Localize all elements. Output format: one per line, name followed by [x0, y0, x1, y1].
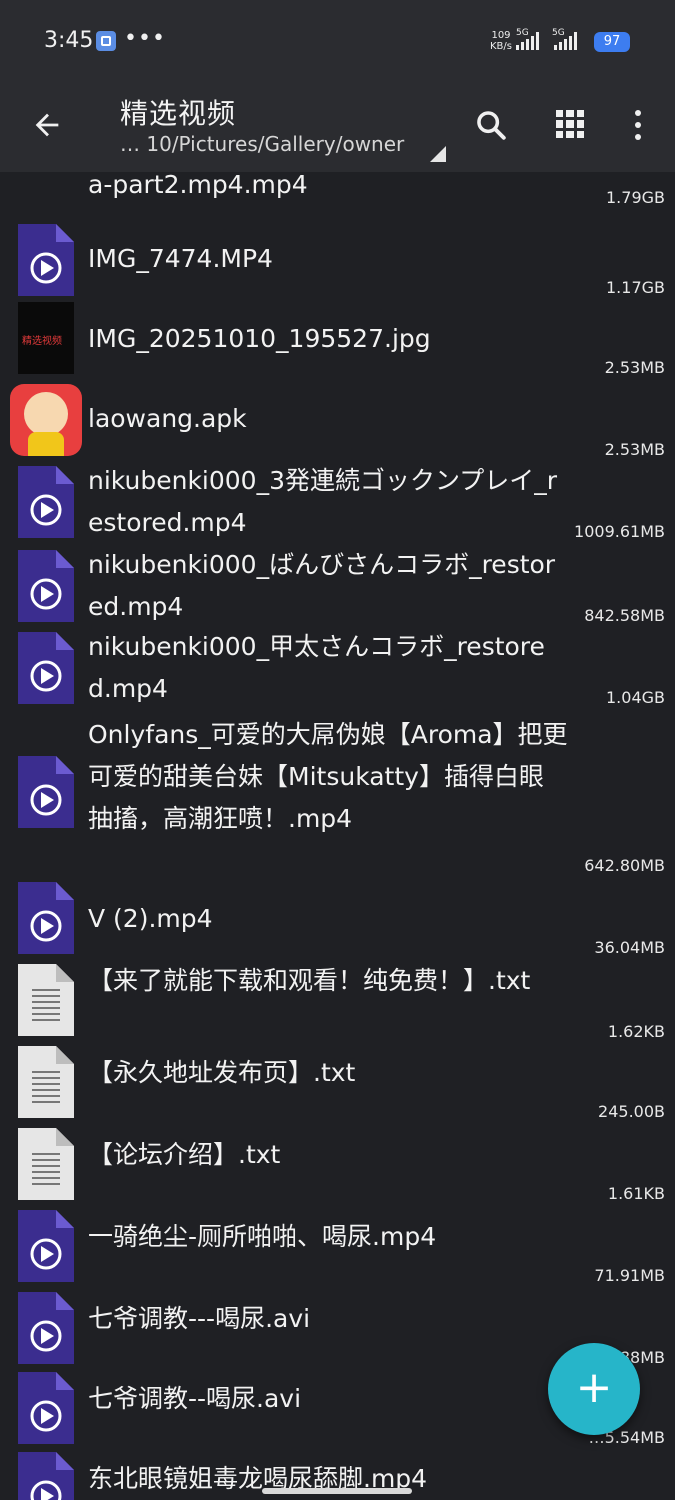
file-size: 2.53MB [604, 358, 665, 377]
search-icon[interactable] [474, 108, 508, 142]
file-row[interactable]: 【来了就能下载和观看！纯免费！】.txt 1.62KB [0, 960, 675, 1044]
apk-app-icon [10, 384, 82, 456]
more-options-icon[interactable] [633, 110, 643, 140]
file-name: laowang.apk [88, 404, 247, 433]
video-file-icon [18, 550, 74, 622]
gesture-nav-handle[interactable] [262, 1488, 412, 1494]
file-name: 【来了就能下载和观看！纯免费！】.txt [88, 966, 531, 995]
file-name: nikubenki000_甲太さんコラボ_restored.mp4 [88, 632, 545, 703]
file-name: 【永久地址发布页】.txt [88, 1058, 356, 1087]
file-row[interactable]: nikubenki000_ばんびさんコラボ_restored.mp4 842.58… [0, 544, 675, 626]
file-name: a-part2.mp4.mp4 [88, 172, 308, 199]
video-file-icon [18, 882, 74, 954]
file-name: 【论坛介绍】.txt [88, 1140, 281, 1169]
video-file-icon [18, 1452, 74, 1500]
file-size: 842.58MB [584, 606, 665, 625]
folder-path[interactable]: … 10/Pictures/Gallery/owner [120, 132, 404, 156]
file-name: V (2).mp4 [88, 904, 213, 933]
text-file-icon [18, 1046, 74, 1118]
file-row[interactable]: V (2).mp4 36.04MB [0, 878, 675, 960]
image-thumbnail: 精选视频 [18, 302, 74, 374]
file-size: 1.61KB [607, 1184, 665, 1203]
text-file-icon [18, 1128, 74, 1200]
file-size: 642.80MB [584, 856, 665, 875]
file-row[interactable]: 精选视频 IMG_20251010_195527.jpg 2.53MB [0, 298, 675, 378]
file-size: 71.91MB [594, 1266, 665, 1285]
file-size: 1.79GB [606, 188, 665, 207]
video-file-icon [18, 1372, 74, 1444]
file-row[interactable]: nikubenki000_3発連続ゴックンプレイ_restored.mp4 100… [0, 460, 675, 544]
battery-icon: 97 [594, 32, 630, 52]
file-name: 一骑绝尘-厕所啪啪、喝尿.mp4 [88, 1222, 437, 1251]
file-row[interactable]: 【永久地址发布页】.txt 245.00B [0, 1042, 675, 1124]
file-name: IMG_20251010_195527.jpg [88, 324, 431, 353]
file-row[interactable]: Onlyfans_可爱的大屌伪娘【Aroma】把更可爱的甜美台妹【Mitsuka… [0, 712, 675, 878]
file-row[interactable]: 一骑绝尘-厕所啪啪、喝尿.mp4 71.91MB [0, 1206, 675, 1288]
file-row[interactable]: 【论坛介绍】.txt 1.61KB [0, 1124, 675, 1206]
network-speed-value: 109 [491, 30, 511, 41]
network-speed: 109 KB/s [490, 30, 512, 52]
signal-1-icon [516, 32, 539, 50]
video-file-icon [18, 632, 74, 704]
file-name: nikubenki000_ばんびさんコラボ_restored.mp4 [88, 550, 556, 621]
grid-view-icon[interactable] [556, 110, 584, 138]
more-notifications-icon: ••• [124, 26, 166, 51]
toolbar: 精选视频 … 10/Pictures/Gallery/owner [0, 86, 675, 172]
video-file-icon [18, 756, 74, 828]
video-file-icon [18, 1210, 74, 1282]
file-size: 245.00B [598, 1102, 665, 1121]
video-file-icon [18, 466, 74, 538]
file-row[interactable]: nikubenki000_甲太さんコラボ_restored.mp4 1.04GB [0, 626, 675, 710]
file-size: 1.04GB [606, 688, 665, 707]
thumbnail-text: 精选视频 [22, 336, 62, 347]
file-name: 七爷调教--喝尿.avi [88, 1384, 302, 1413]
file-name: Onlyfans_可爱的大屌伪娘【Aroma】把更可爱的甜美台妹【Mitsuka… [88, 720, 568, 833]
file-size: 1.62KB [607, 1022, 665, 1041]
file-name: 七爷调教---喝尿.avi [88, 1304, 311, 1333]
file-size: 1009.61MB [574, 522, 665, 541]
text-file-icon [18, 964, 74, 1036]
clock: 3:45 [44, 28, 94, 53]
network-speed-unit: KB/s [490, 41, 512, 52]
file-size: 1.17GB [606, 278, 665, 297]
file-row[interactable]: laowang.apk 2.53MB [0, 378, 675, 460]
file-size: 36.04MB [594, 938, 665, 957]
file-list: a-part2.mp4.mp4 1.79GB IMG_7474.MP4 1.17GB 精… [0, 172, 675, 1500]
file-size: 2.53MB [604, 440, 665, 459]
file-name: IMG_7474.MP4 [88, 244, 273, 273]
video-file-icon [18, 1292, 74, 1364]
signal-2-icon [554, 32, 577, 50]
path-dropdown-icon[interactable] [430, 146, 446, 162]
back-arrow-icon[interactable] [30, 108, 64, 142]
add-button[interactable]: + [548, 1343, 640, 1435]
file-name: nikubenki000_3発連続ゴックンプレイ_restored.mp4 [88, 466, 558, 537]
page-title: 精选视频 [120, 97, 237, 130]
notification-app-icon [96, 31, 116, 51]
video-file-icon [18, 224, 74, 296]
status-bar: 3:45 ••• 109 KB/s 5G 5G 97 [0, 0, 675, 86]
file-row[interactable]: IMG_7474.MP4 1.17GB [0, 218, 675, 298]
